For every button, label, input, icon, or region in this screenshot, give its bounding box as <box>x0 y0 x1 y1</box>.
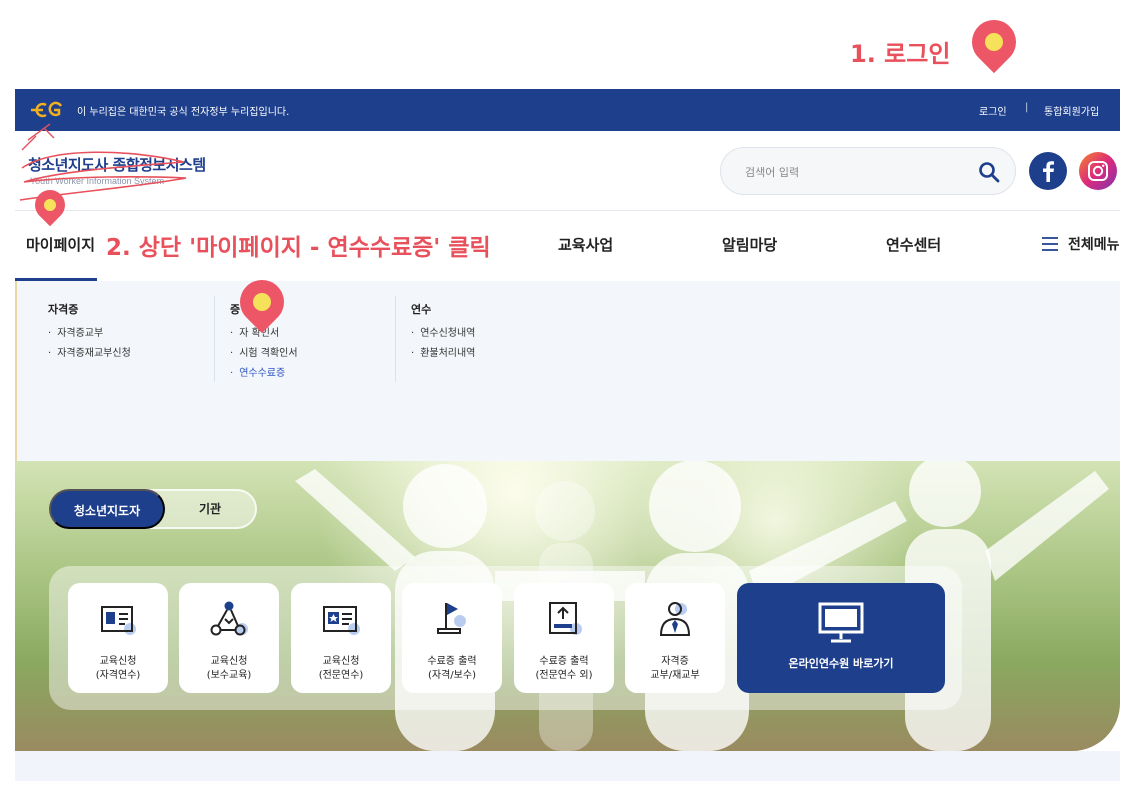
dropdown-separator <box>395 296 396 382</box>
mypage-dropdown <box>15 281 1120 461</box>
quick-link-label: 교육신청 (자격연수) <box>95 656 141 681</box>
search-input[interactable] <box>745 162 965 182</box>
id-card-icon <box>323 606 360 635</box>
dropdown-column-title: 연수 <box>411 303 432 316</box>
tab-organization[interactable]: 기관 <box>190 489 230 529</box>
dropdown-item-refund-history[interactable]: 환불처리내역 <box>411 344 475 359</box>
page-bottom-strip <box>15 751 1120 781</box>
quick-link-label: 교육신청 (전문연수) <box>318 656 364 681</box>
quick-link-license-issue[interactable]: 자격증 교부/재교부 <box>625 583 725 693</box>
header-divider <box>15 210 1120 211</box>
quick-link-label: 교육신청 (보수교육) <box>206 656 252 681</box>
dropdown-item-training-history[interactable]: 연수신청내역 <box>411 324 475 339</box>
network-icon <box>210 601 248 636</box>
flag-icon <box>437 603 466 634</box>
hamburger-menu-icon[interactable] <box>1042 236 1058 252</box>
facebook-icon[interactable] <box>1029 152 1067 190</box>
dropdown-item-license-issue[interactable]: 자격증교부 <box>48 324 103 339</box>
quick-link-professional-training[interactable]: 교육신청 (전문연수) <box>291 583 391 693</box>
annotation-step1: 1. 로그인 <box>850 40 951 68</box>
quick-link-qualification-training[interactable]: 교육신청 (자격연수) <box>68 583 168 693</box>
quick-link-label: 자격증 교부/재교부 <box>650 656 700 681</box>
dropdown-edge <box>15 281 17 461</box>
online-academy-button[interactable]: 온라인연수원 바로가기 <box>737 583 945 693</box>
upload-icon <box>549 602 582 635</box>
dropdown-item-license-reissue[interactable]: 자격증재교부신청 <box>48 344 131 359</box>
dropdown-column-title: 자격증 <box>48 303 79 316</box>
dropdown-separator <box>214 296 215 382</box>
location-pin-icon <box>962 10 1026 74</box>
instagram-icon[interactable] <box>1079 152 1117 190</box>
login-link[interactable]: 로그인 <box>979 103 1007 118</box>
quick-link-label: 수료증 출력 (전문연수 외) <box>535 656 593 681</box>
nav-notice[interactable]: 알림마당 <box>722 234 777 255</box>
government-logo-icon <box>31 101 63 118</box>
quick-link-refresher-training[interactable]: 교육신청 (보수교육) <box>179 583 279 693</box>
search-box <box>720 147 1016 195</box>
quick-link-certificate-qualification[interactable]: 수료증 출력 (자격/보수) <box>402 583 502 693</box>
topbar-separator: | <box>1025 102 1029 113</box>
annotation-step2: 2. 상단 '마이페이지 - 연수수료증' 클릭 <box>106 235 491 261</box>
monitor-icon <box>818 602 864 643</box>
person-tie-icon <box>659 602 691 636</box>
government-notice-text: 이 누리집은 대한민국 공식 전자정부 누리집입니다. <box>77 107 290 118</box>
page-root: 이 누리집은 대한민국 공식 전자정부 누리집입니다. 로그인 | 통합회원가입… <box>0 0 1138 787</box>
application-icon <box>101 606 136 635</box>
dropdown-item-exam-confirmation[interactable]: 시험 격확인서 <box>230 344 297 359</box>
all-menu-button[interactable]: 전체메뉴 <box>1068 234 1120 254</box>
tab-youth-worker[interactable]: 청소년지도자 <box>49 489 165 529</box>
quick-link-label: 수료증 출력 (자격/보수) <box>427 656 477 681</box>
nav-mypage[interactable]: 마이페이지 <box>26 234 95 255</box>
online-academy-label: 온라인연수원 바로가기 <box>788 657 894 670</box>
quick-link-certificate-professional[interactable]: 수료증 출력 (전문연수 외) <box>514 583 614 693</box>
nav-training-center[interactable]: 연수센터 <box>886 234 941 255</box>
search-icon[interactable] <box>977 160 1001 184</box>
signup-link[interactable]: 통합회원가입 <box>1044 103 1099 118</box>
nav-education[interactable]: 교육사업 <box>558 234 613 255</box>
dropdown-item-training-certificate[interactable]: 연수수료증 <box>230 364 285 379</box>
